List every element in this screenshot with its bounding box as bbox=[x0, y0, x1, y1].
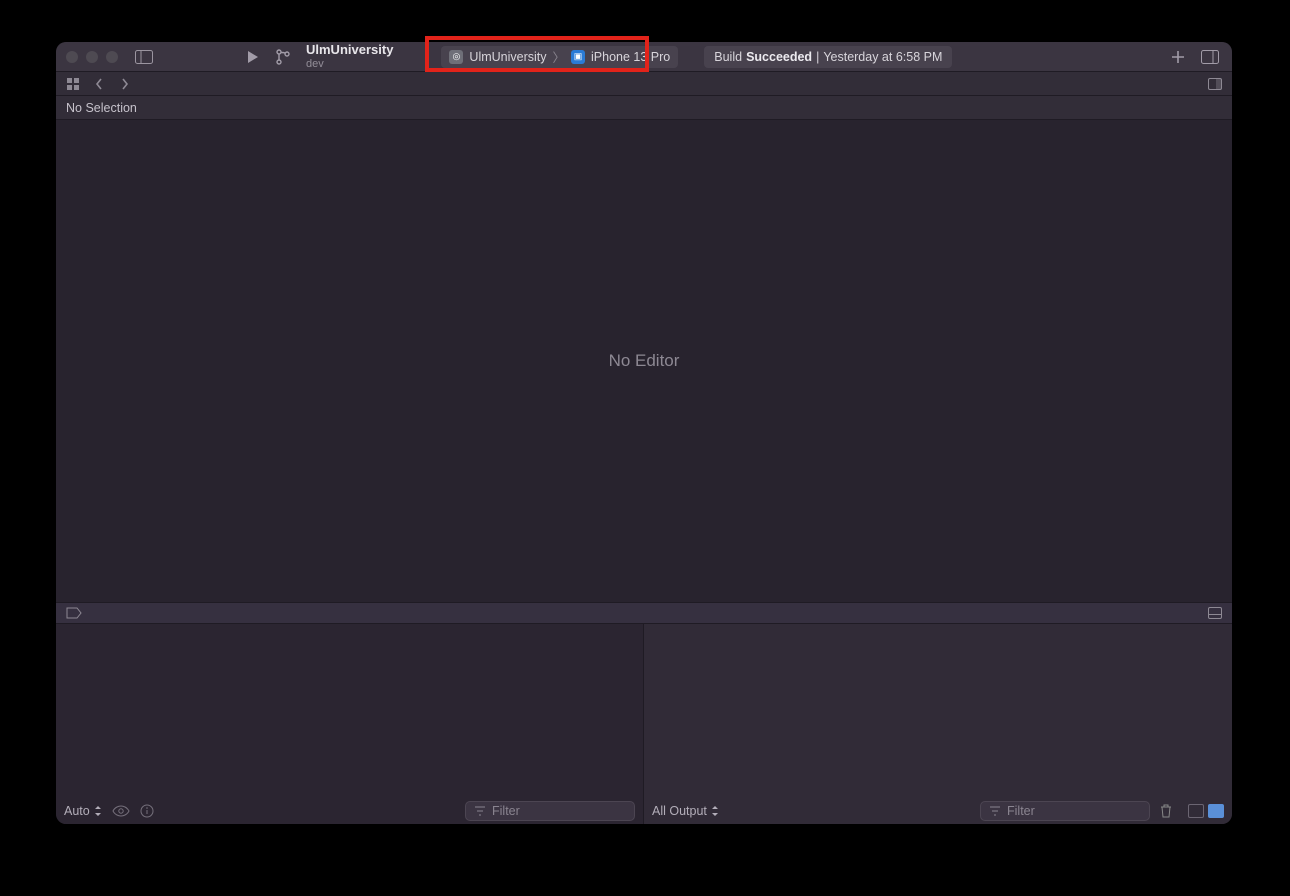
scheme-destination-label: iPhone 13 Pro bbox=[591, 50, 670, 64]
library-add-button[interactable] bbox=[1166, 46, 1190, 68]
path-bar: No Selection bbox=[56, 96, 1232, 120]
toggle-inspectors-button[interactable] bbox=[1198, 46, 1222, 68]
console-filter-input[interactable]: Filter bbox=[980, 801, 1150, 821]
show-console-toggle[interactable] bbox=[1208, 804, 1224, 818]
jump-bar bbox=[56, 72, 1232, 96]
run-button[interactable] bbox=[242, 46, 264, 68]
console-output-selector[interactable]: All Output bbox=[652, 804, 719, 818]
toolbar: UlmUniversity dev ◎ UlmUniversity 〉 ▣ iP… bbox=[56, 42, 1232, 72]
nav-forward-button[interactable] bbox=[116, 78, 134, 90]
project-branch-label: dev bbox=[306, 58, 393, 70]
variables-footer: Auto Filter bbox=[56, 798, 643, 824]
project-name-label: UlmUniversity bbox=[306, 43, 393, 57]
simulator-icon: ▣ bbox=[571, 50, 585, 64]
clear-console-button[interactable] bbox=[1160, 804, 1172, 818]
variables-scope-selector[interactable]: Auto bbox=[64, 804, 102, 818]
toggle-debug-area-button[interactable] bbox=[1208, 607, 1222, 619]
branch-icon[interactable] bbox=[272, 46, 294, 68]
close-window-button[interactable] bbox=[66, 51, 78, 63]
breakpoint-icon[interactable] bbox=[66, 607, 82, 619]
show-variables-toggle[interactable] bbox=[1188, 804, 1204, 818]
status-separator: | bbox=[816, 50, 819, 64]
scheme-target-label: UlmUniversity bbox=[469, 50, 546, 64]
project-title: UlmUniversity dev bbox=[306, 43, 393, 69]
minimize-window-button[interactable] bbox=[86, 51, 98, 63]
console-footer: All Output Filter bbox=[644, 798, 1232, 824]
status-detail: Yesterday at 6:58 PM bbox=[823, 50, 942, 64]
console-view: All Output Filter bbox=[644, 624, 1232, 824]
toggle-navigator-button[interactable] bbox=[132, 48, 156, 66]
variables-filter-placeholder: Filter bbox=[492, 804, 520, 818]
quicklook-icon[interactable] bbox=[112, 805, 130, 817]
variables-filter-input[interactable]: Filter bbox=[465, 801, 635, 821]
nav-back-button[interactable] bbox=[90, 78, 108, 90]
variables-view: Auto Filter bbox=[56, 624, 644, 824]
console-filter-placeholder: Filter bbox=[1007, 804, 1035, 818]
no-selection-label: No Selection bbox=[66, 101, 137, 115]
no-editor-label: No Editor bbox=[609, 351, 680, 371]
xcode-window: UlmUniversity dev ◎ UlmUniversity 〉 ▣ iP… bbox=[56, 42, 1232, 824]
related-items-button[interactable] bbox=[64, 78, 82, 90]
console-output-label: All Output bbox=[652, 804, 707, 818]
info-icon[interactable] bbox=[140, 804, 154, 818]
scheme-separator: 〉 bbox=[553, 47, 566, 66]
window-traffic-lights bbox=[66, 51, 118, 63]
scheme-selector[interactable]: ◎ UlmUniversity 〉 ▣ iPhone 13 Pro bbox=[441, 46, 678, 68]
app-icon: ◎ bbox=[449, 50, 463, 64]
status-prefix: Build bbox=[714, 50, 742, 64]
debug-pane-toggles bbox=[1188, 804, 1224, 818]
zoom-window-button[interactable] bbox=[106, 51, 118, 63]
editor-layout-button[interactable] bbox=[1206, 78, 1224, 90]
status-result: Succeeded bbox=[746, 50, 812, 64]
debug-bar bbox=[56, 602, 1232, 624]
debug-area: Auto Filter All Output bbox=[56, 624, 1232, 824]
variables-scope-label: Auto bbox=[64, 804, 90, 818]
activity-status[interactable]: Build Succeeded | Yesterday at 6:58 PM bbox=[704, 46, 952, 68]
editor-area: No Editor bbox=[56, 120, 1232, 602]
